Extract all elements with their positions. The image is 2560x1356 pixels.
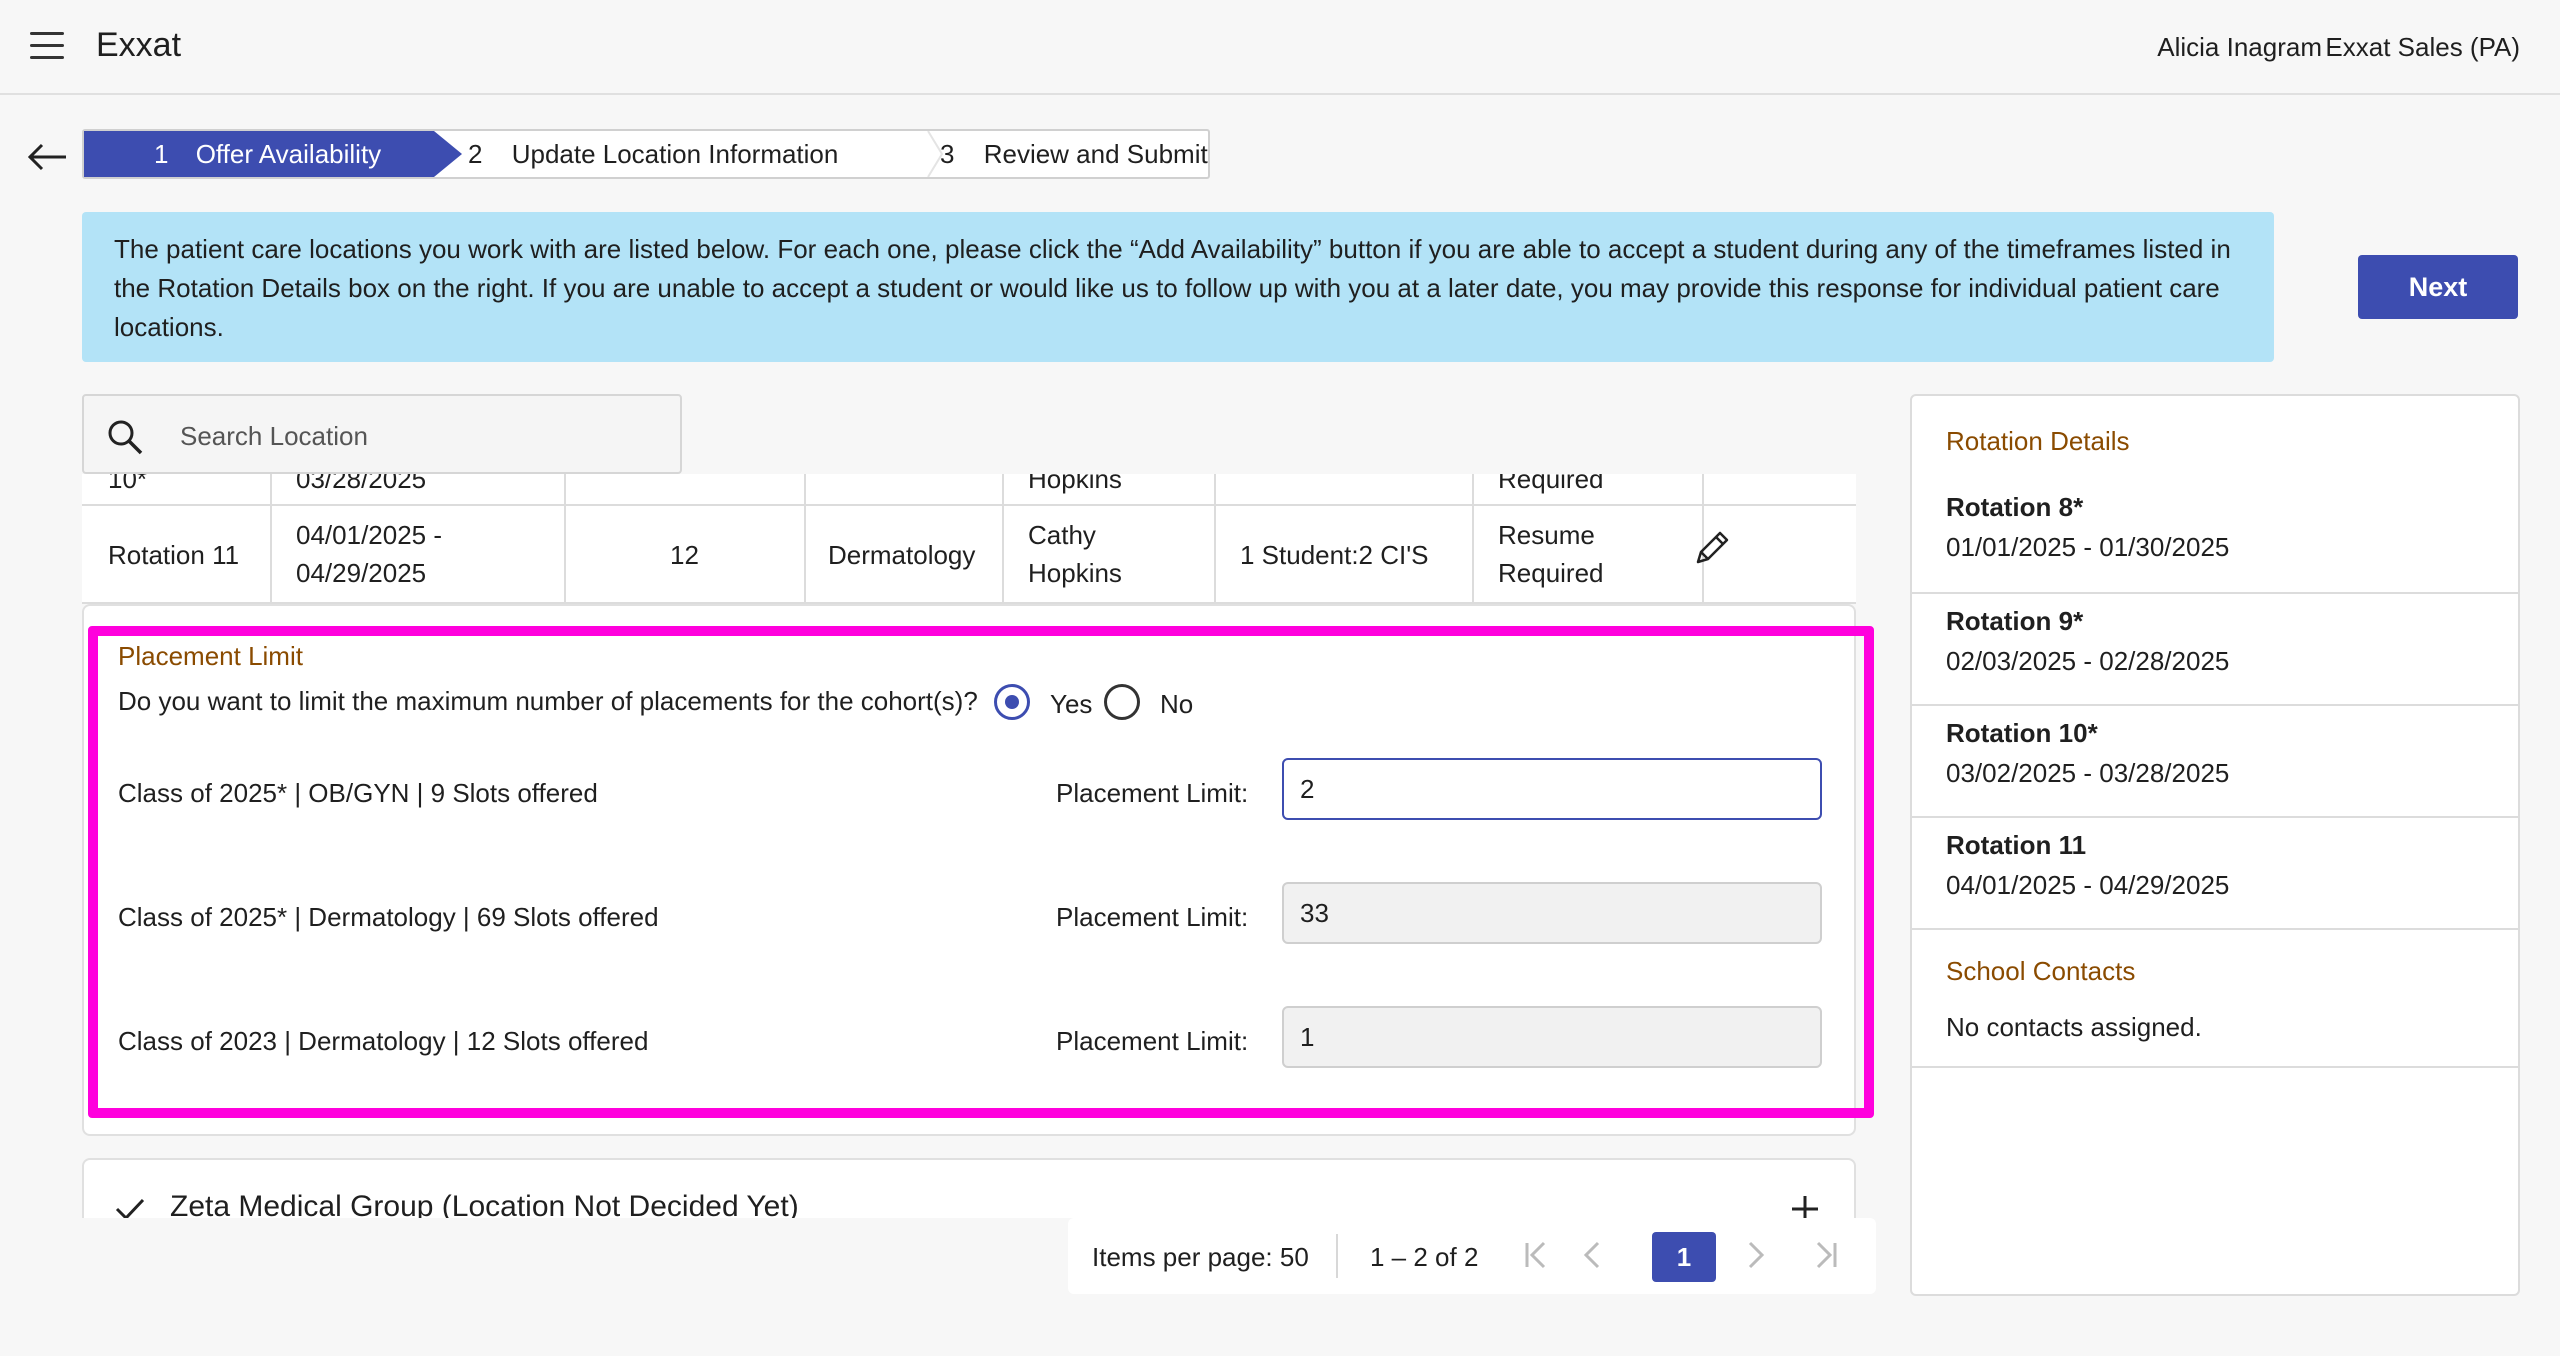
step-label: Update Location Information	[511, 139, 839, 169]
next-page-icon[interactable]	[1738, 1238, 1772, 1272]
cohort-label: Class of 2025* | Dermatology | 69 Slots …	[118, 902, 659, 932]
app-header: Exxat Alicia Inagram Exxat Sales (PA)	[0, 0, 2560, 95]
table-row: Rotation 11 04/01/2025 - 04/29/2025 12 D…	[82, 506, 1856, 604]
org-name[interactable]: Exxat Sales (PA)	[2325, 32, 2520, 63]
requirement-2-cell: Required	[1498, 558, 1604, 588]
wizard-stepper: 1 Offer Availability 2 Update Location I…	[82, 129, 1210, 179]
no-radio[interactable]	[1104, 684, 1140, 720]
yes-radio[interactable]	[994, 684, 1030, 720]
cohort-label: Class of 2025* | OB/GYN | 9 Slots offere…	[118, 778, 598, 808]
dates-end-cell: 04/29/2025	[296, 558, 427, 588]
current-page-button[interactable]: 1	[1652, 1232, 1716, 1282]
placement-limit-question: Do you want to limit the maximum number …	[118, 686, 978, 716]
rotation-details-title: Rotation Details	[1946, 426, 2130, 456]
step-number: 3	[940, 139, 955, 169]
rotation-dates: 04/01/2025 - 04/29/2025	[1946, 870, 2230, 900]
pencil-icon[interactable]	[1692, 528, 1732, 568]
placement-limit-input[interactable]	[1282, 1006, 1822, 1068]
step-label: Offer Availability	[195, 139, 382, 169]
rotation-details-panel: Rotation Details Rotation 8* 01/01/2025 …	[1910, 394, 2520, 1296]
step-number: 1	[154, 139, 169, 169]
rotation-name: Rotation 11	[1946, 830, 2087, 860]
items-per-page[interactable]: Items per page: 50	[1092, 1242, 1309, 1273]
school-contacts-text: No contacts assigned.	[1946, 1012, 2202, 1042]
check-icon	[115, 1198, 145, 1218]
yes-radio-label[interactable]: Yes	[1050, 689, 1092, 720]
rotation-item: Rotation 11 04/01/2025 - 04/29/2025	[1912, 818, 2518, 930]
back-arrow-icon[interactable]	[28, 142, 68, 172]
step-label: Review and Submit	[983, 139, 1208, 169]
plus-icon[interactable]	[1790, 1194, 1820, 1218]
location-group-title: Zeta Medical Group (Location Not Decided…	[170, 1190, 799, 1218]
user-name[interactable]: Alicia Inagram	[2157, 32, 2322, 63]
requirement-cell: Required	[1498, 474, 1604, 494]
rotation-name: Rotation 10*	[1946, 718, 2098, 748]
hamburger-icon[interactable]	[30, 32, 64, 60]
slots-cell: 12	[670, 540, 699, 570]
school-contacts-section: School Contacts No contacts assigned.	[1912, 930, 2518, 1068]
school-contacts-title: School Contacts	[1946, 956, 2136, 986]
rotation-dates: 02/03/2025 - 02/28/2025	[1946, 646, 2230, 676]
first-page-icon[interactable]	[1520, 1238, 1554, 1272]
placement-limit-title: Placement Limit	[118, 641, 303, 671]
app-title: Exxat	[96, 26, 182, 64]
search-location-box[interactable]: Search Location	[82, 394, 682, 474]
placement-limit-label: Placement Limit:	[1056, 778, 1249, 808]
preceptor-last-cell: Hopkins	[1028, 558, 1122, 588]
preceptor-cell: Hopkins	[1028, 474, 1122, 494]
cohort-label: Class of 2023 | Dermatology | 12 Slots o…	[118, 1026, 649, 1056]
search-icon	[108, 420, 143, 455]
rotation-dates: 03/02/2025 - 03/28/2025	[1946, 758, 2230, 788]
prev-page-icon[interactable]	[1576, 1238, 1610, 1272]
paginator: Items per page: 50 1 – 2 of 2 1	[1068, 1218, 1876, 1294]
placement-limit-input[interactable]	[1282, 882, 1822, 944]
items-per-page-label: Items per page:	[1092, 1242, 1273, 1272]
placement-limit-label: Placement Limit:	[1056, 1026, 1249, 1056]
rotation-item: Rotation 10* 03/02/2025 - 03/28/2025	[1912, 706, 2518, 818]
discipline-cell: Dermatology	[828, 540, 976, 570]
rotation-cell: 10*	[108, 474, 148, 494]
search-input[interactable]: Search Location	[180, 421, 368, 452]
placement-limit-input[interactable]	[1282, 758, 1822, 820]
dates-cell: 03/28/2025	[296, 474, 427, 494]
step-number: 2	[468, 139, 483, 169]
rotation-cell: Rotation 11	[108, 540, 240, 570]
next-button[interactable]: Next	[2358, 255, 2518, 319]
rotation-name: Rotation 8*	[1946, 492, 2084, 522]
items-per-page-value[interactable]: 50	[1280, 1242, 1309, 1272]
rotation-item: Rotation 9* 02/03/2025 - 02/28/2025	[1912, 594, 2518, 706]
table-row: 10* 03/28/2025 Hopkins Required	[82, 474, 1856, 506]
page-range: 1 – 2 of 2	[1370, 1242, 1479, 1272]
rotations-table: 10* 03/28/2025 Hopkins Required Rotation…	[82, 474, 1856, 604]
step-update-location[interactable]: 2 Update Location Information	[468, 131, 888, 177]
rotation-item: Rotation 8* 01/01/2025 - 01/30/2025	[1912, 482, 2518, 594]
step-offer-availability[interactable]: 1 Offer Availability	[84, 131, 462, 177]
last-page-icon[interactable]	[1808, 1238, 1842, 1272]
ratio-cell: 1 Student:2 CI'S	[1240, 540, 1429, 570]
step-review-submit[interactable]: 3 Review and Submit	[910, 131, 1210, 177]
instructions-banner: The patient care locations you work with…	[82, 212, 2274, 362]
rotation-name: Rotation 9*	[1946, 606, 2084, 636]
no-radio-label[interactable]: No	[1160, 689, 1193, 720]
rotation-dates: 01/01/2025 - 01/30/2025	[1946, 532, 2230, 562]
placement-limit-label: Placement Limit:	[1056, 902, 1249, 932]
location-group-header[interactable]: Zeta Medical Group (Location Not Decided…	[82, 1158, 1856, 1218]
